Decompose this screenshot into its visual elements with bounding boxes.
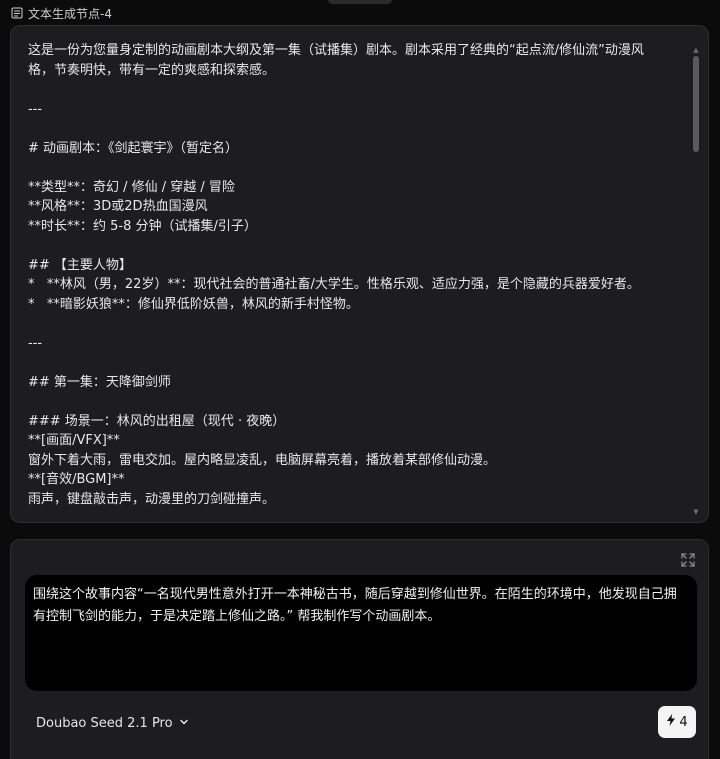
output-line: **风格**：3D或2D热血国漫风 (28, 199, 208, 214)
output-line: * **林风（男，22岁）**：现代社会的普通社畜/大学生。性格乐观、适应力强，… (28, 277, 640, 292)
scrollbar[interactable]: ▲ ▼ (692, 46, 700, 516)
output-line: 窗外下着大雨，雷电交加。屋内略显凌乱，电脑屏幕亮着，播放着某部修仙动漫。 (28, 452, 497, 468)
scroll-down-icon[interactable]: ▼ (692, 508, 700, 516)
model-name: Doubao Seed 2.1 Pro (36, 715, 173, 731)
chevron-down-icon (179, 716, 189, 731)
output-line: **[画面/VFX]** (28, 433, 120, 448)
output-line: 雨声，键盘敲击声，动漫里的刀剑碰撞声。 (28, 491, 276, 507)
expand-icon[interactable] (680, 552, 696, 568)
output-line: **时长**：约 5-8 分钟（试播集/引子） (28, 218, 257, 234)
output-line: 格，节奏明快，带有一定的爽感和探索感。 (28, 62, 276, 78)
prompt-input[interactable]: 围绕这个故事内容“一名现代男性意外打开一本神秘古书，随后穿越到修仙世界。在陌生的… (25, 575, 697, 691)
output-line: ## 第一集：天降御剑师 (28, 374, 171, 390)
node-title: 文本生成节点-4 (28, 6, 112, 21)
output-line: --- (28, 101, 43, 117)
output-line: # 动画剧本：《剑起寰宇》（暂定名） (28, 140, 239, 156)
output-line: 这是一份为您量身定制的动画剧本大纲及第一集（试播集）剧本。剧本采用了经典的“起点… (28, 43, 644, 58)
model-selector[interactable]: Doubao Seed 2.1 Pro (36, 712, 189, 734)
scroll-up-icon[interactable]: ▲ (692, 46, 700, 54)
output-line: * **暗影妖狼**：修仙界低阶妖兽，林风的新手村怪物。 (28, 296, 359, 312)
output-line: --- (28, 335, 43, 351)
output-line: ### 场景一：林风的出租屋（现代 · 夜晚） (28, 413, 286, 429)
output-line: **[音效/BGM]** (28, 472, 125, 487)
document-icon (10, 6, 24, 20)
node-title-bar: 文本生成节点-4 (10, 4, 112, 22)
scroll-thumb[interactable] (693, 56, 699, 152)
input-panel: 围绕这个故事内容“一名现代男性意外打开一本神秘古书，随后穿越到修仙世界。在陌生的… (10, 539, 709, 759)
top-drag-handle[interactable] (328, 0, 392, 4)
run-cost: 4 (679, 714, 688, 730)
output-line: **类型**：奇幻 / 修仙 / 穿越 / 冒险 (28, 179, 235, 195)
output-line: ## 【主要人物】 (28, 257, 132, 273)
output-text[interactable]: 这是一份为您量身定制的动画剧本大纲及第一集（试播集）剧本。剧本采用了经典的“起点… (28, 41, 680, 512)
lightning-icon (666, 714, 676, 730)
output-panel: 这是一份为您量身定制的动画剧本大纲及第一集（试播集）剧本。剧本采用了经典的“起点… (10, 25, 709, 523)
run-button[interactable]: 4 (658, 706, 696, 738)
